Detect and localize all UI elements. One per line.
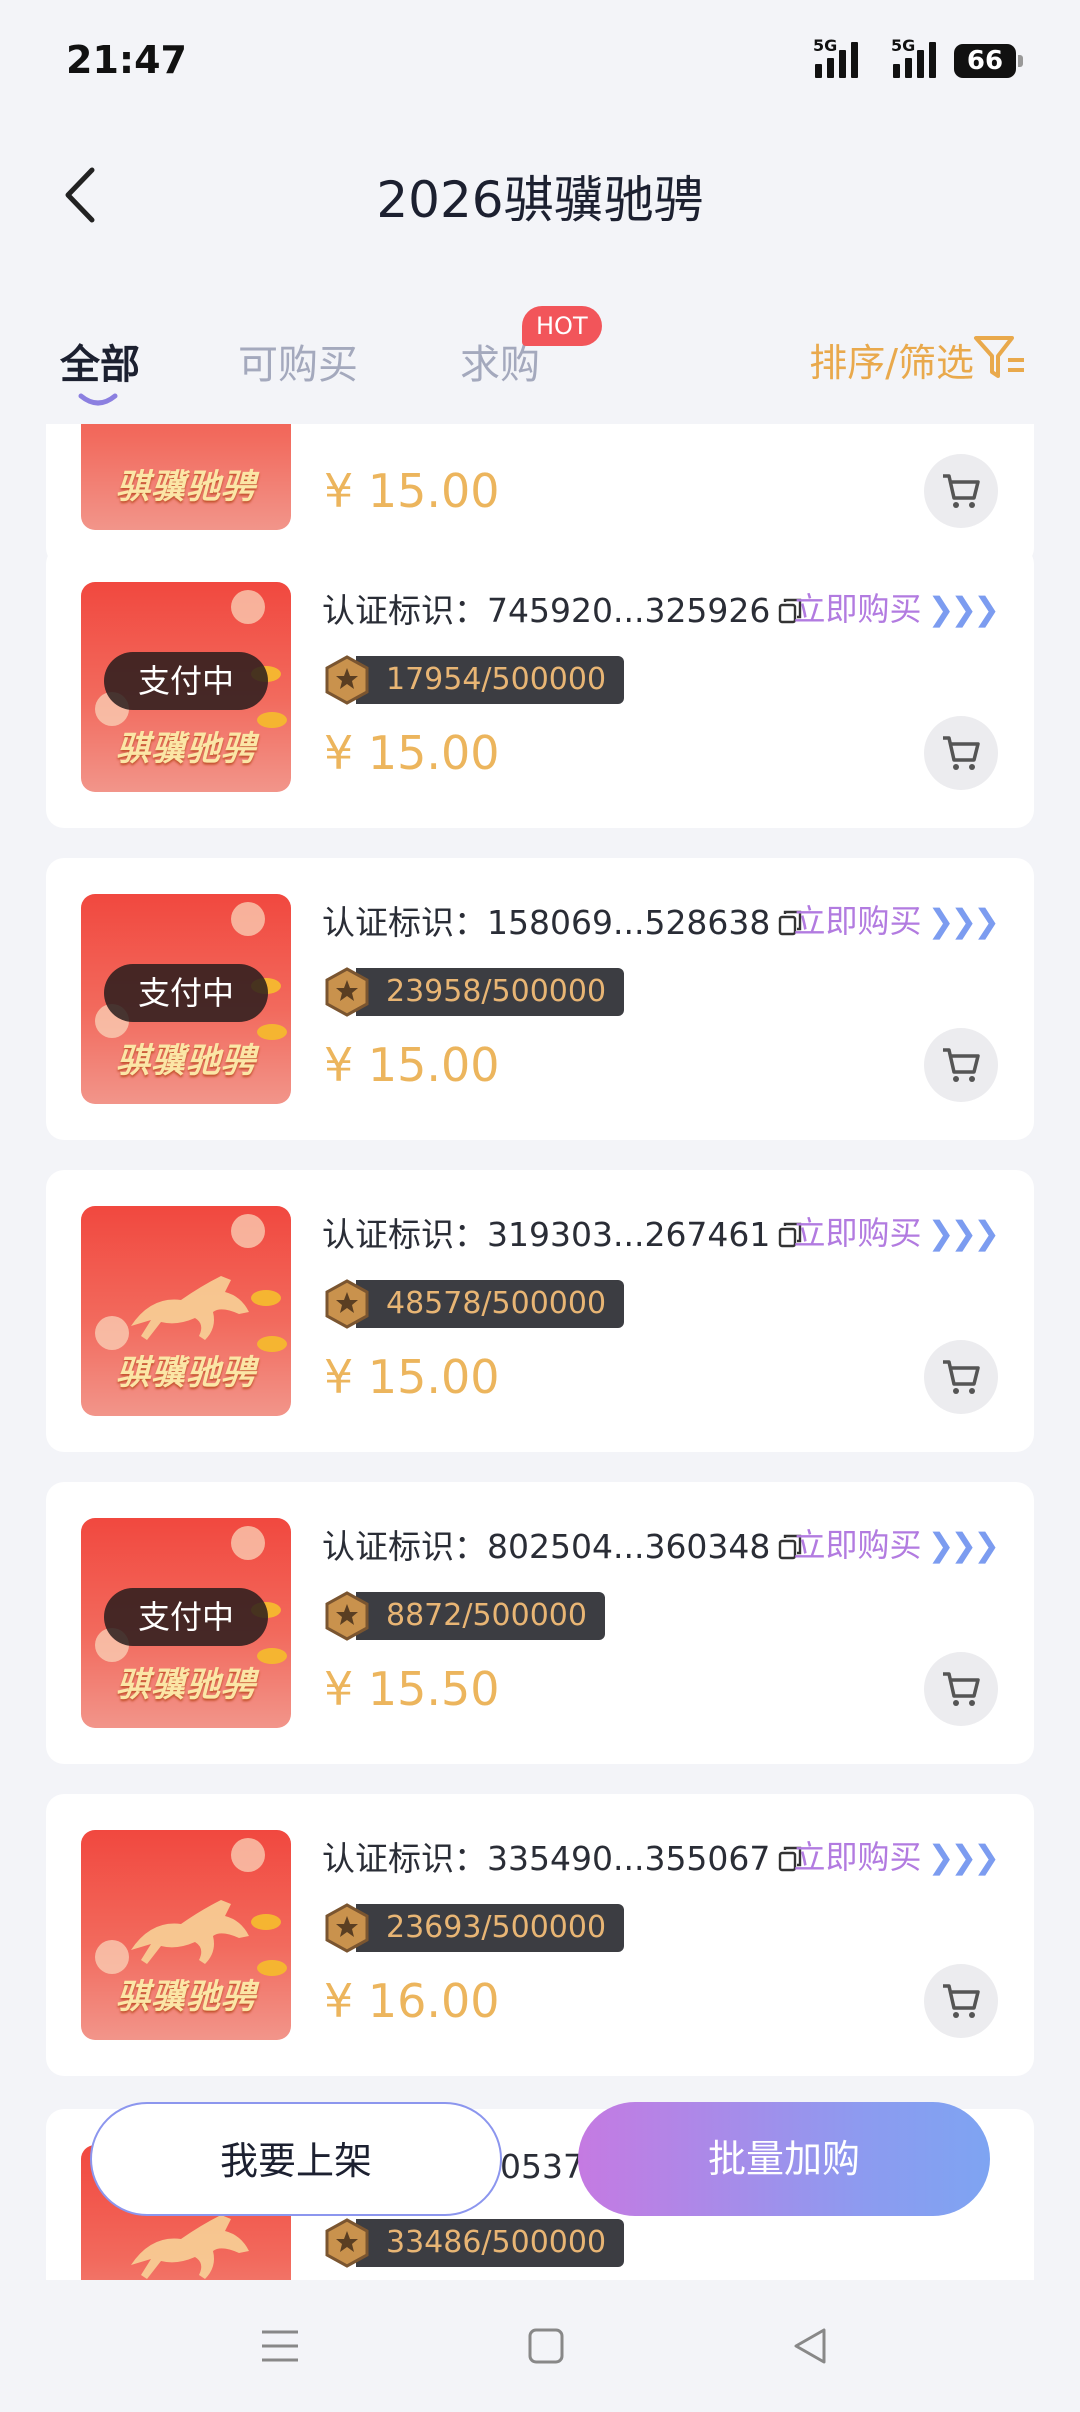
square-icon[interactable] [526,2326,566,2366]
star-hex-icon [325,1279,369,1329]
count-badge: 23958/500000 [324,967,625,1017]
cert-id: 认证标识：335490...355067 [322,1832,802,1880]
product-image[interactable]: 支付中 骐骥驰骋 [81,582,291,792]
product-list: 骐骥驰骋 ¥ 15.00 支付中 骐骥驰骋 认证标识：745920...3259… [0,424,1080,2280]
cart-icon [943,1672,980,1706]
payment-status-badge: 支付中 [104,964,268,1022]
cart-button[interactable] [924,454,998,528]
product-image[interactable]: 骐骥驰骋 [81,1206,291,1416]
top-nav: 2026骐骥驰骋 [0,150,1080,240]
filter-icon[interactable] [972,332,1028,384]
star-hex-icon [325,1591,369,1641]
menu-icon[interactable] [258,2326,302,2366]
product-image[interactable]: 骐骥驰骋 [81,1830,291,2040]
list-item[interactable]: 支付中 骐骥驰骋 认证标识：158069...528638 立即购买 ❯❯❯ 23… [46,858,1034,1140]
count-badge: 23693/500000 [324,1903,625,1953]
price: ¥ 15.50 [324,1662,500,1716]
payment-status-badge: 支付中 [104,652,268,710]
count-badge: 48578/500000 [324,1279,625,1329]
signal-icon: 5G [813,36,858,78]
buy-now-link[interactable]: 立即购买 ❯❯❯ [794,584,1000,630]
tab-all[interactable]: 全部 [60,332,140,390]
cart-button[interactable] [924,716,998,790]
product-image-text: 骐骥驰骋 [116,1665,256,1705]
product-image-text: 骐骥驰骋 [116,1353,256,1393]
price: ¥ 15.00 [324,464,500,518]
list-item-button[interactable]: 我要上架 [90,2102,502,2216]
cart-button[interactable] [924,1652,998,1726]
list-item[interactable]: 骐骥驰骋 认证标识：319303...267461 立即购买 ❯❯❯ 48578/… [46,1170,1034,1452]
chevrons-right-icon: ❯❯❯ [927,1526,1000,1564]
status-time: 21:47 [66,38,187,82]
hot-badge: HOT [522,306,602,346]
system-nav-bar [0,2280,1080,2412]
chevrons-right-icon: ❯❯❯ [927,902,1000,940]
chevrons-right-icon: ❯❯❯ [927,1214,1000,1252]
sort-filter-button[interactable]: 排序/筛选 [809,332,974,387]
signal-icon: 5G [891,36,936,78]
buy-now-link[interactable]: 立即购买 ❯❯❯ [794,1208,1000,1254]
cert-id: 认证标识：319303...267461 [322,1208,802,1256]
cart-button[interactable] [924,1028,998,1102]
tab-bar: 全部 可购买 求购 HOT 排序/筛选 [0,306,1080,424]
list-item[interactable]: 支付中 骐骥驰骋 认证标识：802504...360348 立即购买 ❯❯❯ 88… [46,1482,1034,1764]
battery-icon: 66 [954,44,1023,78]
buy-now-link[interactable]: 立即购买 ❯❯❯ [794,896,1000,942]
cart-icon [943,474,980,508]
star-hex-icon [325,655,369,705]
list-item[interactable]: 骐骥驰骋 ¥ 15.00 [46,424,1034,566]
count-badge: 17954/500000 [324,655,625,705]
star-hex-icon [325,1903,369,1953]
price: ¥ 15.00 [324,1038,500,1092]
buy-now-link[interactable]: 立即购买 ❯❯❯ [794,1520,1000,1566]
price: ¥ 16.00 [324,1974,500,2028]
buy-now-link[interactable]: 立即购买 ❯❯❯ [794,1832,1000,1878]
cart-button[interactable] [924,1964,998,2038]
product-image-text: 骐骥驰骋 [116,1977,256,2017]
horse-icon [131,2215,249,2279]
product-image[interactable]: 支付中 骐骥驰骋 [81,1518,291,1728]
product-image-text: 骐骥驰骋 [116,1041,256,1081]
tab-indicator [78,393,118,406]
cart-icon [943,1360,980,1394]
star-hex-icon [325,2218,369,2268]
product-image-text: 骐骥驰骋 [116,729,256,769]
page-title: 2026骐骥驰骋 [376,171,704,229]
product-image: 骐骥驰骋 [81,424,291,530]
triangle-back-icon[interactable] [790,2326,830,2366]
horse-icon [131,1276,249,1340]
list-item[interactable]: 支付中 骐骥驰骋 认证标识：745920...325926 立即购买 ❯❯❯ 17… [46,546,1034,828]
list-item[interactable]: 骐骥驰骋 认证标识：335490...355067 立即购买 ❯❯❯ 23693/… [46,1794,1034,2076]
cart-icon [943,736,980,770]
cert-id: 认证标识：745920...325926 [322,584,802,632]
price: ¥ 15.00 [324,726,500,780]
cart-icon [943,1984,980,2018]
batch-add-button[interactable]: 批量加购 [578,2102,990,2216]
cart-button[interactable] [924,1340,998,1414]
cert-id: 认证标识：158069...528638 [322,896,802,944]
cart-icon [943,1048,980,1082]
star-hex-icon [325,967,369,1017]
chevrons-right-icon: ❯❯❯ [927,1838,1000,1876]
status-bar: 21:47 5G 5G 66 [0,0,1080,120]
chevrons-right-icon: ❯❯❯ [927,590,1000,628]
count-badge: 8872/500000 [324,1591,605,1641]
tab-buyable[interactable]: 可购买 [238,332,358,390]
price: ¥ 15.00 [324,1350,500,1404]
horse-icon [131,1900,249,1964]
count-badge: 33486/500000 [324,2218,625,2268]
product-image[interactable]: 支付中 骐骥驰骋 [81,894,291,1104]
cert-id: 认证标识：802504...360348 [322,1520,802,1568]
payment-status-badge: 支付中 [104,1588,268,1646]
cert-id: 0537 [500,2147,584,2186]
